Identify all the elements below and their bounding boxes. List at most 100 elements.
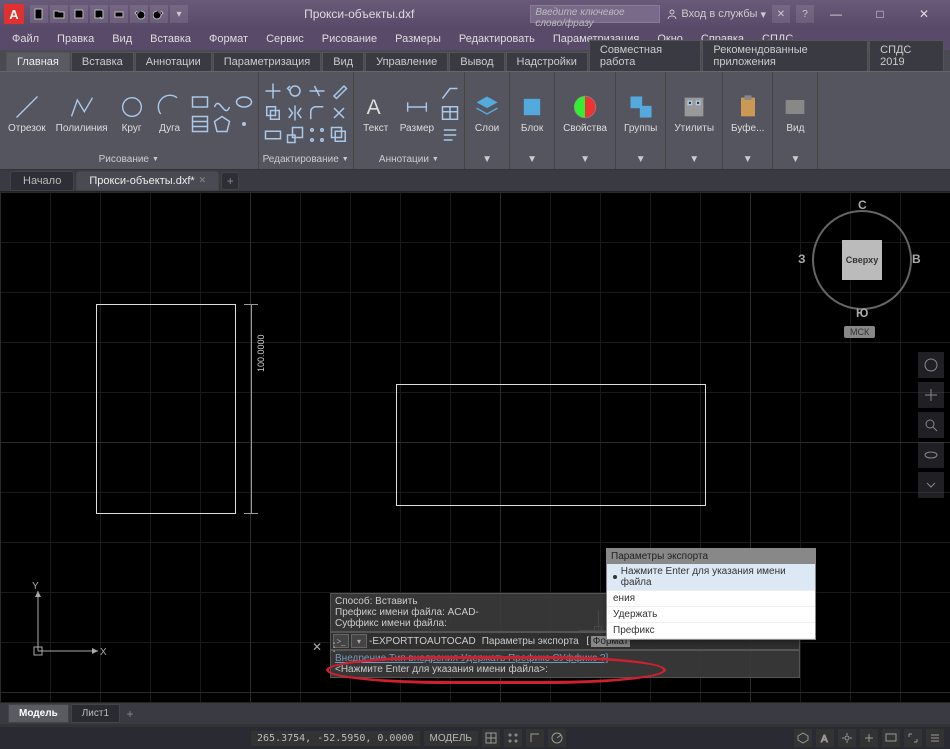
rotate-icon[interactable] [285,81,305,101]
utils-button[interactable]: Утилиты [670,91,718,136]
arc-button[interactable]: Дуга [152,91,188,136]
command-dd-icon[interactable]: ▾ [351,634,367,648]
tab-insert[interactable]: Вставка [71,52,134,71]
rectangle-1[interactable] [96,304,236,514]
scale-icon[interactable] [285,125,305,145]
table-icon[interactable] [440,103,460,123]
exchange-icon[interactable]: ✕ [772,5,790,23]
autocomplete-row[interactable]: Удержать [607,607,815,623]
nav-pan-icon[interactable] [918,382,944,408]
status-monitor-icon[interactable] [882,729,900,747]
qat-redo-icon[interactable] [150,5,168,23]
tab-annotate[interactable]: Аннотации [135,52,212,71]
tab-home[interactable]: Главная [6,52,70,71]
viewcube-west[interactable]: З [798,252,806,266]
filetab-active[interactable]: Прокси-объекты.dxf*✕ [76,171,219,191]
layers-button[interactable]: Слои [469,91,505,136]
move-icon[interactable] [263,81,283,101]
status-customize-icon[interactable] [926,729,944,747]
status-space[interactable]: МОДЕЛЬ [424,731,478,746]
menu-modify[interactable]: Редактировать [451,31,543,47]
menu-file[interactable]: Файл [4,31,47,47]
panel-draw-title[interactable]: Рисование▼ [4,152,254,167]
layout-add-button[interactable]: + [122,706,138,722]
ellipse-icon[interactable] [234,92,254,112]
line-button[interactable]: Отрезок [4,91,50,136]
viewcube-south[interactable]: Ю [856,306,868,320]
tab-featured[interactable]: Рекомендованные приложения [702,40,868,71]
drawing-canvas[interactable]: 100.0000 X Y Сверху С Ю З В МСК Спосо [0,192,950,702]
status-anno-icon[interactable]: A [816,729,834,747]
polygon-icon[interactable] [212,114,232,134]
status-grid-icon[interactable] [482,729,500,747]
stretch-icon[interactable] [263,125,283,145]
app-logo[interactable]: A [4,4,24,24]
cmd-handle-icon[interactable]: ⋮ [328,640,340,654]
array-icon[interactable] [307,125,327,145]
panel-props-title[interactable]: ▼ [559,152,611,167]
tab-manage[interactable]: Управление [365,52,448,71]
view-button[interactable]: Вид [777,91,813,136]
menu-format[interactable]: Формат [201,31,256,47]
layout-tab-model[interactable]: Модель [8,704,69,723]
tab-addins[interactable]: Надстройки [506,52,588,71]
status-fullscreen-icon[interactable] [904,729,922,747]
text-button[interactable]: AТекст [358,91,394,136]
spline-icon[interactable] [212,92,232,112]
nav-zoom-icon[interactable] [918,412,944,438]
panel-view-title[interactable]: ▼ [777,152,813,167]
layout-tab-sheet[interactable]: Лист1 [71,704,120,723]
trim-icon[interactable] [307,81,327,101]
panel-annotation-title[interactable]: Аннотации▼ [358,152,460,167]
clipboard-button[interactable]: Буфе... [727,91,768,136]
block-button[interactable]: Блок [514,91,550,136]
dimension-button[interactable]: Размер [396,91,438,136]
props-button[interactable]: Свойства [559,91,611,136]
groups-button[interactable]: Группы [620,91,661,136]
nav-wheel-icon[interactable] [918,352,944,378]
viewcube-east[interactable]: В [912,252,921,266]
qat-save-icon[interactable] [70,5,88,23]
mtext-icon[interactable] [440,125,460,145]
viewcube[interactable]: Сверху С Ю З В МСК [802,200,922,340]
autocomplete-row[interactable]: Префикс [607,623,815,639]
ucs-icon[interactable]: X Y [28,581,108,666]
tab-spds[interactable]: СПДС 2019 [869,40,944,71]
tab-collab[interactable]: Совместная работа [589,40,702,71]
status-ortho-icon[interactable] [526,729,544,747]
login-link[interactable]: Вход в службы ▾ [666,8,766,21]
status-plus-icon[interactable] [860,729,878,747]
panel-groups-title[interactable]: ▼ [620,152,661,167]
menu-dimension[interactable]: Размеры [387,31,449,47]
erase-icon[interactable] [329,81,349,101]
rect-icon[interactable] [190,92,210,112]
autocomplete-popup[interactable]: Параметры экспорта Нажмите Enter для ука… [606,548,816,640]
qat-plot-icon[interactable] [110,5,128,23]
viewcube-north[interactable]: С [858,198,867,212]
viewcube-wcs[interactable]: МСК [844,326,875,338]
fillet-icon[interactable] [307,103,327,123]
qat-undo-icon[interactable] [130,5,148,23]
filetab-start[interactable]: Начало [10,171,74,191]
offset-icon[interactable] [329,125,349,145]
close-button[interactable]: ✕ [902,0,946,28]
menu-view[interactable]: Вид [104,31,140,47]
filetab-close-icon[interactable]: ✕ [199,175,207,186]
autocomplete-row[interactable]: Нажмите Enter для указания имени файла [607,564,815,591]
qat-new-icon[interactable] [30,5,48,23]
viewcube-top-face[interactable]: Сверху [842,240,882,280]
menu-insert[interactable]: Вставка [142,31,199,47]
panel-clipboard-title[interactable]: ▼ [727,152,768,167]
explode-icon[interactable] [329,103,349,123]
panel-utils-title[interactable]: ▼ [670,152,718,167]
tab-view[interactable]: Вид [322,52,364,71]
minimize-button[interactable]: — [814,0,858,28]
maximize-button[interactable]: □ [858,0,902,28]
menu-edit[interactable]: Правка [49,31,102,47]
help-icon[interactable]: ? [796,5,814,23]
filetab-add-button[interactable]: + [221,172,239,190]
menu-draw[interactable]: Рисование [314,31,385,47]
status-polar-icon[interactable] [548,729,566,747]
panel-block-title[interactable]: ▼ [514,152,550,167]
qat-saveas-icon[interactable] [90,5,108,23]
